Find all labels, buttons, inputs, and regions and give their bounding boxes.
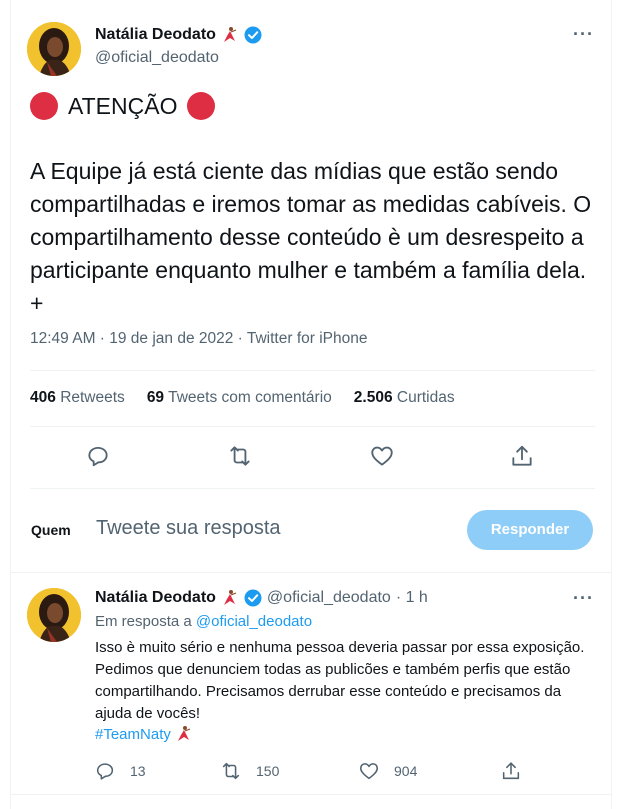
dancer-emoji-icon <box>221 26 239 44</box>
tweet-headline: ATENÇÃO <box>30 92 216 120</box>
author-avatar[interactable] <box>27 22 81 76</box>
red-circle-icon <box>187 92 216 120</box>
tweet-text: A Equipe já está ciente das mídias que e… <box>30 158 592 316</box>
like-count: 904 <box>394 763 418 779</box>
tweet-meta[interactable]: 12:49 AM · 19 de jan de 2022 · Twitter f… <box>30 330 367 348</box>
retweet-icon[interactable] <box>227 443 253 469</box>
divider <box>30 488 595 489</box>
more-options-icon[interactable]: ··· <box>573 588 594 609</box>
in-reply-to: Em resposta a @oficial_deodato <box>95 613 312 630</box>
hashtag-row: #TeamNaty <box>95 725 193 743</box>
verified-badge-icon <box>244 26 262 44</box>
divider <box>30 370 595 371</box>
share-icon[interactable] <box>509 443 535 469</box>
retweet-icon <box>222 762 240 780</box>
reply-author-name[interactable]: Natália Deodato <box>95 589 216 607</box>
reply-input[interactable]: Tweete sua resposta <box>96 517 281 540</box>
reply-count-action[interactable]: 13 <box>94 760 146 782</box>
composer-avatar-label: Quem <box>31 522 71 538</box>
reply-icon[interactable] <box>85 443 111 469</box>
reply-author-row: Natália Deodato @oficial_deodato · 1 h <box>95 589 428 607</box>
more-options-icon[interactable]: ··· <box>573 24 594 45</box>
reply-icon <box>96 763 114 780</box>
reply-author-avatar[interactable] <box>27 588 81 642</box>
red-circle-icon <box>30 92 58 120</box>
headline-text: ATENÇÃO <box>68 92 178 119</box>
share-icon <box>502 762 520 780</box>
author-handle[interactable]: @oficial_deodato <box>95 49 219 67</box>
divider <box>10 794 612 795</box>
reply-button[interactable]: Responder <box>467 510 593 550</box>
retweet-count-action[interactable]: 150 <box>220 760 279 782</box>
like-heart-icon <box>359 763 379 780</box>
reply-tweet-text: Isso è muito sério e nenhuma pessoa deve… <box>95 639 585 722</box>
divider <box>30 426 595 427</box>
share-action[interactable] <box>500 760 522 782</box>
dancer-emoji-icon <box>175 725 193 743</box>
reply-count: 13 <box>130 763 146 779</box>
reply-time[interactable]: · 1 h <box>396 589 428 607</box>
retweets-stat[interactable]: 406 Retweets <box>30 389 125 407</box>
quotes-stat[interactable]: 69 Tweets com comentário <box>147 389 332 407</box>
dancer-emoji-icon <box>221 589 239 607</box>
verified-badge-icon <box>244 589 262 607</box>
in-reply-handle-link[interactable]: @oficial_deodato <box>196 613 312 630</box>
author-name-row: Natália Deodato <box>95 26 262 44</box>
likes-stat[interactable]: 2.506 Curtidas <box>354 389 455 407</box>
like-count-action[interactable]: 904 <box>358 760 417 782</box>
hashtag-link[interactable]: #TeamNaty <box>95 726 171 743</box>
in-reply-prefix: Em resposta a <box>95 613 192 630</box>
retweet-count: 150 <box>256 763 280 779</box>
like-heart-icon[interactable] <box>369 443 395 469</box>
author-name[interactable]: Natália Deodato <box>95 26 216 44</box>
tweet-stats: 406 Retweets 69 Tweets com comentário 2.… <box>30 389 455 407</box>
reply-author-handle[interactable]: @oficial_deodato <box>267 589 391 607</box>
